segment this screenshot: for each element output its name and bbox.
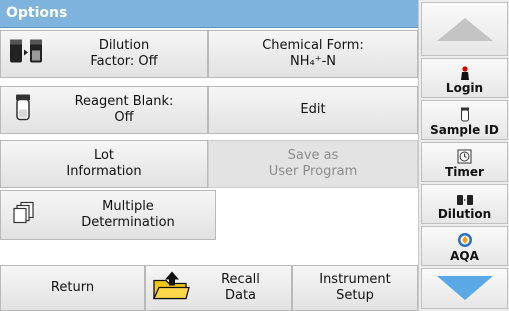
- chemical-form-label: Chemical Form:: [262, 38, 364, 53]
- timer-button[interactable]: Timer: [421, 142, 508, 182]
- page-title: Options: [6, 5, 68, 21]
- folder-upload-icon: [152, 271, 190, 306]
- arrow-up-icon: [436, 17, 493, 41]
- dilution-side-label: Dilution: [437, 207, 492, 221]
- dilution-icon: [456, 195, 473, 205]
- login-label: Login: [445, 81, 484, 95]
- chemical-form-value: NH₄⁺-N: [290, 54, 336, 69]
- multiple-documents-icon: [13, 201, 35, 229]
- return-button[interactable]: Return: [0, 265, 145, 311]
- lot-information-button[interactable]: Lot Information: [0, 140, 208, 188]
- multiple-determination-button[interactable]: Multiple Determination: [0, 190, 216, 240]
- recall-data-button[interactable]: Recall Data: [145, 265, 292, 311]
- edit-button[interactable]: Edit: [208, 86, 418, 134]
- save-as-user-program-button: Save as User Program: [208, 140, 418, 188]
- lot-information-label: Lot Information: [66, 148, 142, 179]
- reagent-blank-label: Reagent Blank: Off: [74, 94, 174, 125]
- arrow-down-icon: [436, 276, 493, 300]
- sample-id-label: Sample ID: [430, 123, 499, 137]
- return-label: Return: [50, 280, 95, 295]
- login-button[interactable]: Login: [421, 58, 508, 98]
- timer-icon: [457, 149, 472, 164]
- dilution-icon: [9, 39, 47, 70]
- aqa-button[interactable]: AQA: [421, 226, 508, 266]
- dilution-factor-button[interactable]: Dilution Factor: Off: [0, 30, 208, 78]
- aqa-icon: [457, 233, 472, 247]
- sidebar: Login Sample ID Timer Dilution AQA: [418, 0, 509, 311]
- dilution-factor-label: Dilution Factor: Off: [90, 38, 158, 69]
- scroll-down-button[interactable]: [421, 268, 508, 309]
- person-icon: [460, 66, 469, 80]
- instrument-setup-button[interactable]: Instrument Setup: [292, 265, 418, 311]
- title-bar: Options: [0, 0, 418, 28]
- chemical-form-button[interactable]: Chemical Form: NH₄⁺-N: [208, 30, 418, 78]
- edit-label: Edit: [300, 102, 326, 117]
- multiple-determination-label: Multiple Determination: [81, 199, 175, 230]
- timer-label: Timer: [445, 165, 484, 179]
- sample-id-button[interactable]: Sample ID: [421, 100, 508, 140]
- save-as-user-program-label: Save as User Program: [268, 148, 358, 179]
- instrument-setup-label: Instrument Setup: [319, 272, 391, 303]
- dilution-side-button[interactable]: Dilution: [421, 184, 508, 224]
- sample-cell-icon: [460, 107, 469, 122]
- reagent-blank-button[interactable]: Reagent Blank: Off: [0, 86, 208, 134]
- recall-data-label: Recall Data: [221, 272, 260, 303]
- sample-cell-icon: [15, 94, 31, 127]
- aqa-label: AQA: [450, 249, 479, 263]
- scroll-up-button[interactable]: [421, 2, 508, 56]
